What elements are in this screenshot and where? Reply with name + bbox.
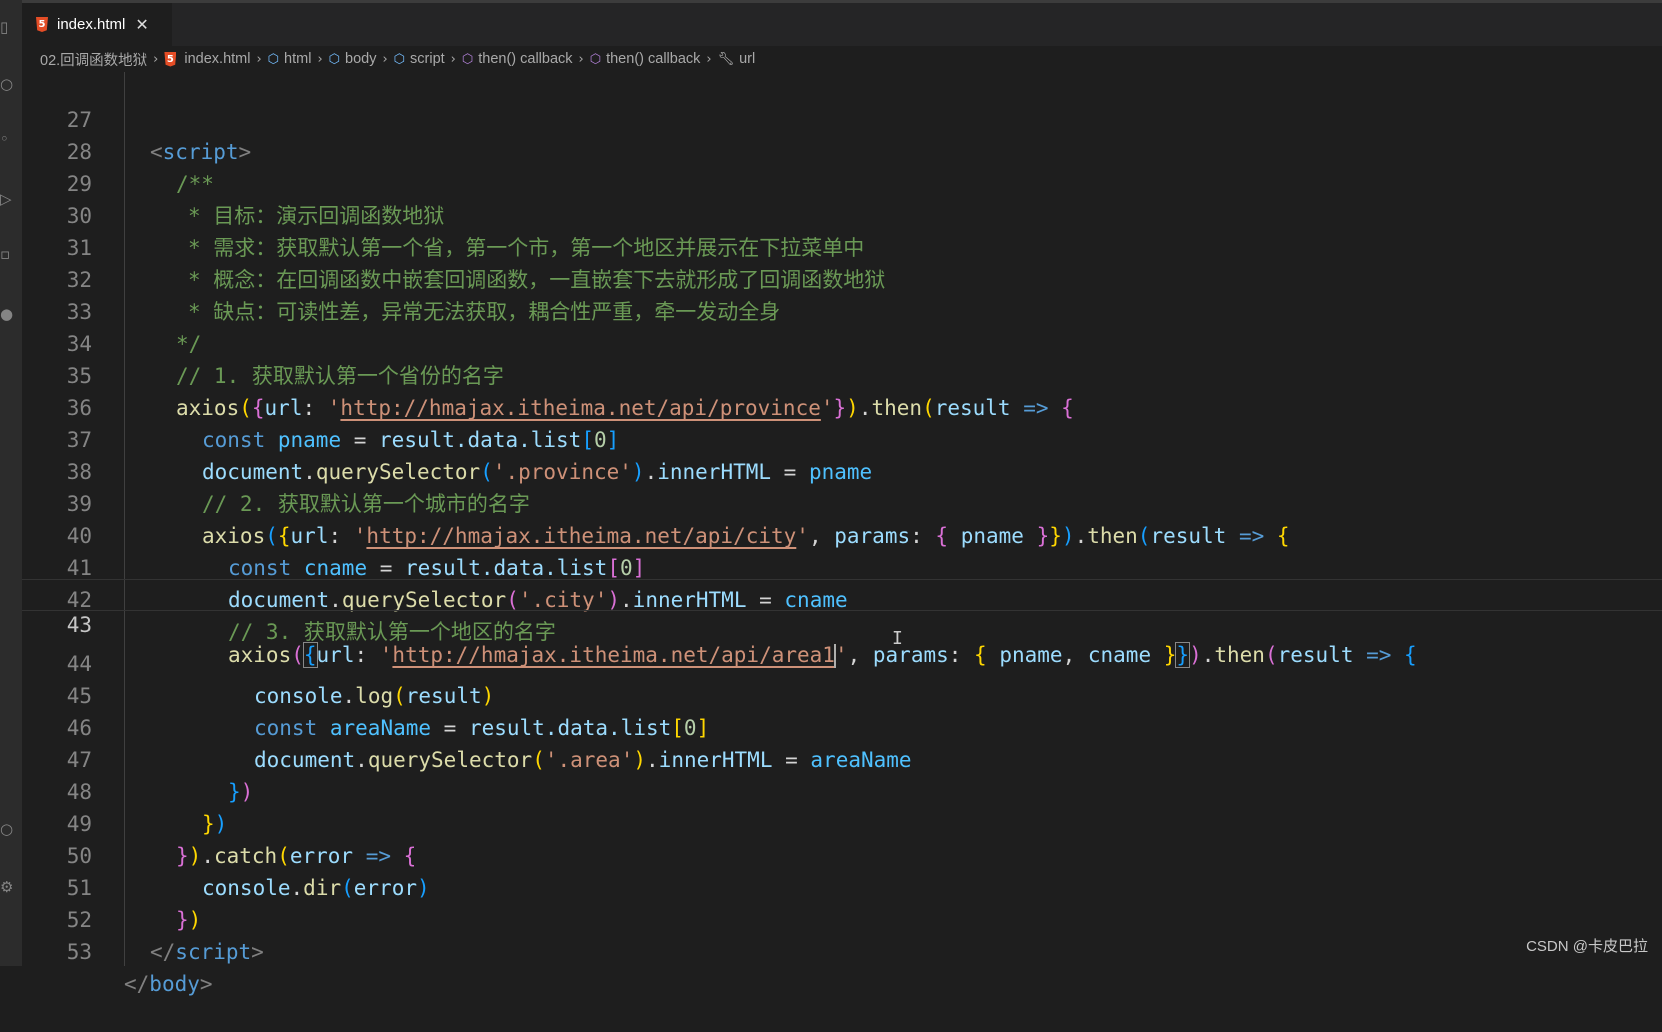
close-icon[interactable]: ✕	[135, 15, 148, 34]
code-line[interactable]: 49 }).catch(error => {	[22, 776, 1662, 868]
code-line[interactable]: 30 * 需求：获取默认第一个省，第一个市，第一个地区并展示在下拉菜单中	[22, 168, 1662, 260]
code-line[interactable]: 37 document.querySelector('.province').i…	[22, 392, 1662, 484]
chevron-right-icon: ›	[450, 51, 456, 67]
breadcrumb-folder[interactable]: 02.回调函数地狱	[40, 49, 147, 70]
code-line[interactable]: 27 <script>	[22, 72, 1662, 164]
breadcrumb-file-label: index.html	[184, 51, 251, 67]
code-line[interactable]: 31 * 概念：在回调函数中嵌套回调函数，一直嵌套下去就形成了回调函数地狱	[22, 200, 1662, 292]
code-line[interactable]: 47 })	[22, 712, 1662, 804]
cube-icon: ⬡	[267, 51, 280, 67]
chevron-right-icon: ›	[256, 51, 262, 67]
line-content: </script>	[150, 940, 264, 964]
search-icon[interactable]: ○	[0, 75, 14, 93]
breadcrumb-body[interactable]: ⬡ body	[329, 51, 377, 67]
watermark: CSDN @卡皮巴拉	[1526, 938, 1648, 955]
code-line-active[interactable]: 43 axios({url: 'http://hmajax.itheima.ne…	[22, 579, 1662, 668]
cube-icon: ⬡	[328, 51, 340, 67]
settings-gear-icon[interactable]: ⚙	[0, 878, 14, 896]
code-line[interactable]: 38 // 2. 获取默认第一个城市的名字	[22, 424, 1662, 516]
activity-bar: ▯ ○ ◦ ▷ ▫ ● ○ ⚙	[0, 0, 22, 966]
breadcrumb-then-callback-2[interactable]: ⬡ then() callback	[590, 51, 701, 67]
breadcrumb-body-label: body	[345, 51, 377, 67]
breadcrumb-url-label: url	[739, 51, 756, 67]
chevron-right-icon: ›	[382, 51, 388, 67]
mouse-ibeam-icon: I	[892, 628, 903, 649]
breadcrumb-html[interactable]: ⬡ html	[268, 51, 312, 67]
explorer-icon[interactable]: ▯	[0, 18, 14, 36]
breadcrumb-script[interactable]: ⬡ script	[394, 51, 445, 67]
breadcrumb: 02.回调函数地狱 › 5 index.html › ⬡ html › ⬡ body …	[22, 46, 1662, 72]
code-line[interactable]: 33 */	[22, 264, 1662, 356]
breadcrumb-then-callback-1[interactable]: ⬡ then() callback	[462, 51, 573, 67]
chevron-right-icon: ›	[706, 51, 712, 67]
extensions-icon[interactable]: ▫	[0, 245, 14, 263]
html5-icon: 5	[36, 17, 48, 32]
code-line[interactable]: 32 * 缺点：可读性差，异常无法获取，耦合性严重，牵一发动全身	[22, 232, 1662, 324]
code-line[interactable]: 44 console.log(result)	[22, 616, 1662, 708]
wrench-icon: 🔧︎	[717, 51, 735, 67]
code-line[interactable]: 50 console.dir(error)	[22, 808, 1662, 900]
cube-icon: ⬡	[393, 51, 406, 67]
code-line[interactable]: 48 })	[22, 744, 1662, 836]
html5-icon: 5	[164, 51, 177, 67]
tag-name: script	[175, 940, 252, 964]
method-cube-icon: ⬡	[461, 51, 474, 67]
breadcrumb-folder-label: 02.回调函数地狱	[40, 52, 148, 69]
account-icon[interactable]: ○	[0, 820, 14, 838]
source-control-icon[interactable]: ◦	[0, 130, 14, 148]
remote-icon[interactable]: ●	[0, 305, 14, 323]
code-line[interactable]: 28 /**	[22, 104, 1662, 196]
code-line[interactable]: 45 const areaName = result.data.list[0]	[22, 648, 1662, 740]
method-cube-icon: ⬡	[589, 51, 602, 67]
tab-bar: 5 index.html ✕	[22, 0, 1662, 46]
code-line[interactable]: 40 const cname = result.data.list[0]	[22, 488, 1662, 580]
line-content: </body>	[124, 972, 213, 996]
line-number: 53	[66, 940, 92, 964]
breadcrumb-then-label: then() callback	[606, 51, 701, 67]
chevron-right-icon: ›	[153, 51, 159, 67]
code-line[interactable]: 53 </body>	[22, 904, 1662, 996]
tab-title: index.html	[57, 16, 126, 33]
code-line[interactable]: 46 document.querySelector('.area').inner…	[22, 680, 1662, 772]
code-line[interactable]: 39 axios({url: 'http://hmajax.itheima.ne…	[22, 456, 1662, 548]
run-debug-icon[interactable]: ▷	[0, 190, 14, 208]
code-line[interactable]: 35 axios({url: 'http://hmajax.itheima.ne…	[22, 328, 1662, 420]
chevron-right-icon: ›	[578, 51, 584, 67]
code-line[interactable]: 36 const pname = result.data.list[0]	[22, 360, 1662, 452]
code-editor[interactable]: 27 <script> 28 /** 29 * 目标：演示回调函数地狱 30 *…	[22, 72, 1662, 996]
code-line[interactable]: 29 * 目标：演示回调函数地狱	[22, 136, 1662, 228]
chevron-right-icon: ›	[317, 51, 323, 67]
tab-index-html[interactable]: 5 index.html ✕	[22, 3, 172, 46]
tag-name: body	[149, 972, 200, 996]
code-line[interactable]: 52 </script>	[22, 872, 1662, 964]
code-line[interactable]: 34 // 1. 获取默认第一个省份的名字	[22, 296, 1662, 388]
breadcrumb-script-label: script	[410, 51, 445, 67]
code-line[interactable]: 41 document.querySelector('.city').inner…	[22, 520, 1662, 612]
breadcrumb-file[interactable]: 5 index.html	[164, 51, 250, 67]
code-line[interactable]: 51 })	[22, 840, 1662, 932]
breadcrumb-then-label: then() callback	[478, 51, 573, 67]
breadcrumb-html-label: html	[284, 51, 312, 67]
breadcrumb-url[interactable]: 🔧︎ url	[718, 51, 756, 67]
